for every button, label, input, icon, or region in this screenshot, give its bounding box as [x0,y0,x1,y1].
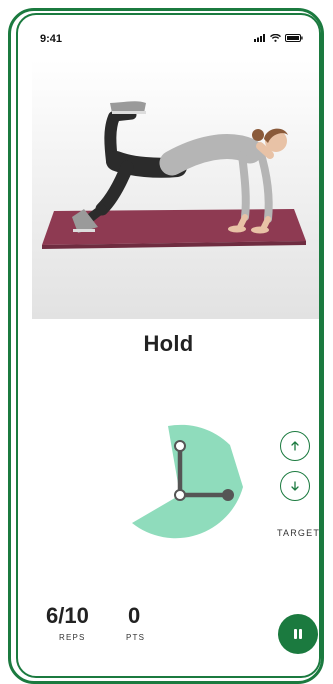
points-label: PTS [126,633,146,642]
target-label: TARGET [277,528,321,538]
exercise-instruction: Hold [143,331,194,356]
reps-label: REPS [59,633,86,642]
reps-value: 6/10 [46,603,89,628]
target-down-button[interactable] [280,471,310,501]
signal-icon [254,34,265,42]
joint-node-pivot [174,489,186,501]
target-range-wedge [132,424,243,539]
phone-screen: 9:41 Hold TARGET 6/10 REPS 0 PTS [16,13,321,678]
arrow-up-icon [291,441,299,451]
angle-gauge [132,424,243,539]
exercise-illustration [42,101,306,249]
pause-button[interactable] [278,614,318,654]
status-time: 9:41 [40,33,63,45]
status-icons [254,34,303,42]
arrow-down-icon [291,481,299,491]
points-value: 0 [128,603,141,628]
pause-icon [294,629,302,639]
status-bar: 9:41 [18,15,319,55]
wifi-icon [270,34,281,42]
battery-icon [285,34,303,42]
joint-node-end [222,489,234,501]
exercise-photo [32,59,319,319]
target-up-button[interactable] [280,431,310,461]
joint-node-top [174,440,186,452]
